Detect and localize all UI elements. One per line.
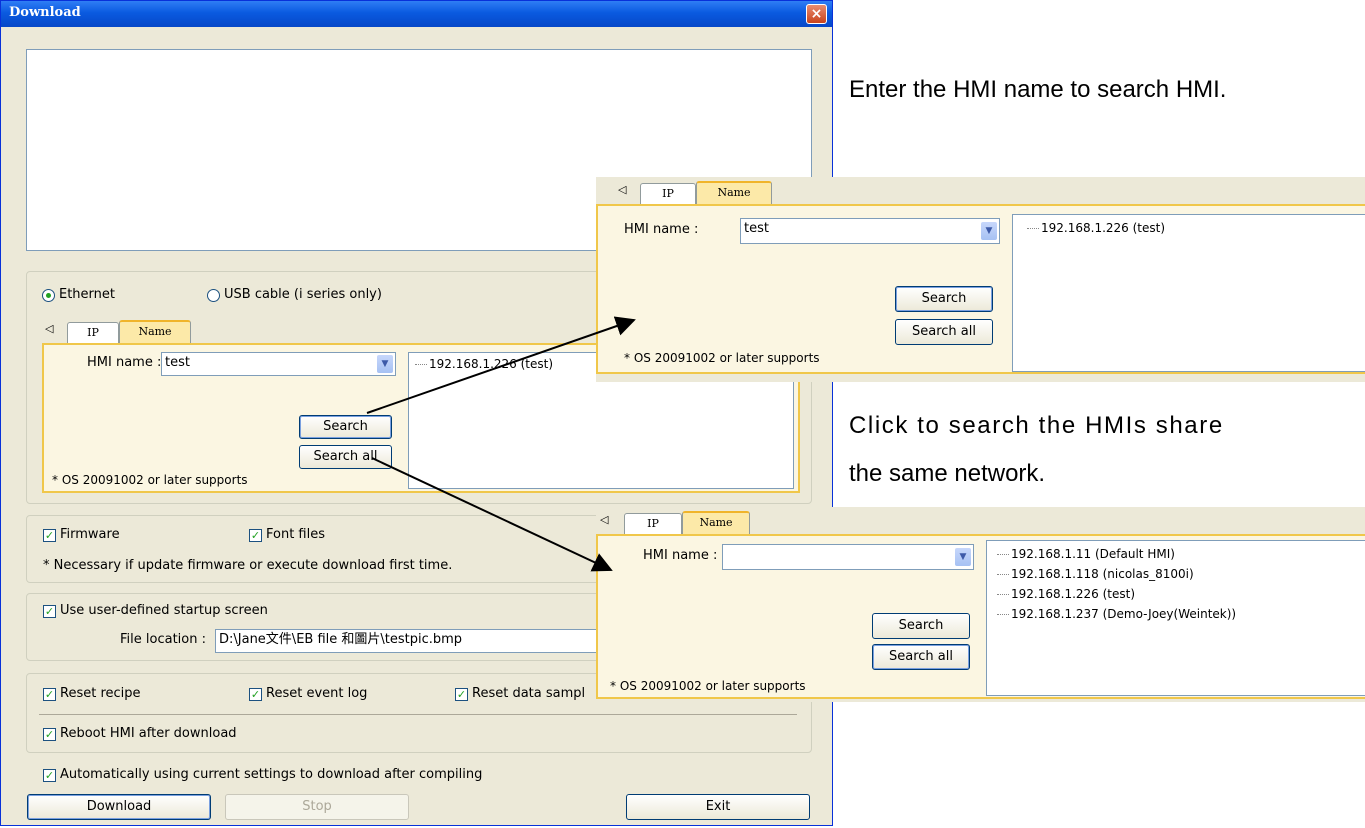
arrow-search-all-to-inset (371, 457, 613, 572)
arrow-search-to-inset (366, 316, 636, 414)
callout-arrows (366, 316, 636, 572)
